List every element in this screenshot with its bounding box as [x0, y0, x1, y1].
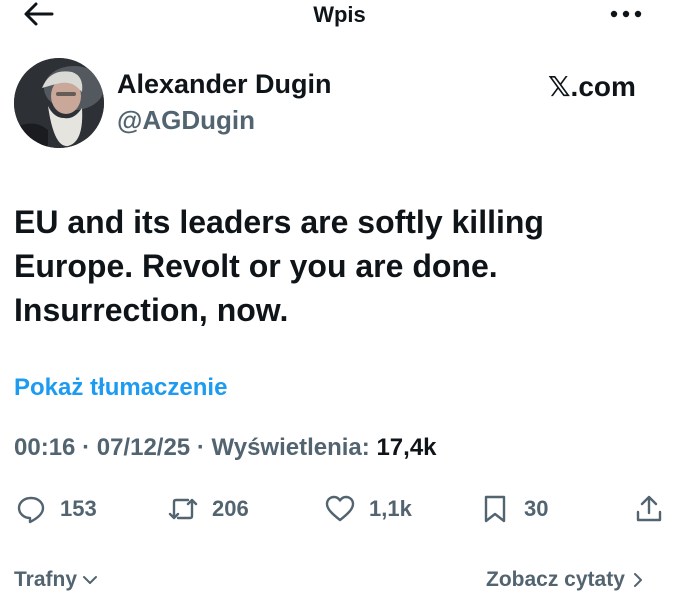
post-text-line: Europe. Revolt or you are done. — [14, 248, 498, 284]
views-count: 17,4k — [376, 434, 437, 461]
post-meta: 00:16 · 07/12/25 · Wyświetlenia: 17,4k — [14, 433, 437, 463]
chevron-down-icon — [83, 576, 98, 584]
reply-button[interactable]: 153 — [16, 493, 97, 525]
page-title: Wpis — [313, 2, 366, 27]
post-text-line: EU and its leaders are softly killing — [14, 204, 544, 240]
post-time[interactable]: 00:16 — [14, 434, 75, 461]
share-icon — [636, 495, 662, 522]
author-handle[interactable]: @AGDugin — [117, 104, 255, 136]
bookmark-count: 30 — [524, 496, 549, 521]
like-button[interactable]: 1,1k — [325, 493, 412, 525]
views-label: Wyświetlenia: — [211, 434, 370, 461]
repost-icon — [168, 498, 198, 520]
reply-count: 153 — [60, 496, 97, 521]
separator: · — [196, 434, 205, 461]
like-count: 1,1k — [369, 496, 412, 521]
repost-count: 206 — [212, 496, 249, 521]
separator: · — [82, 434, 91, 461]
chevron-right-icon — [633, 573, 642, 587]
post-text: EU and its leaders are softly killing Eu… — [14, 200, 654, 332]
bookmark-icon — [484, 495, 506, 523]
reply-icon — [17, 496, 45, 524]
heart-icon — [325, 495, 355, 522]
source-label: 𝕏.com — [548, 71, 636, 102]
author-name[interactable]: Alexander Dugin — [117, 68, 332, 100]
quotes-label: Zobacz cytaty — [486, 568, 625, 591]
view-quotes-link[interactable]: Zobacz cytaty — [486, 566, 647, 594]
avatar[interactable] — [14, 58, 104, 148]
more-icon[interactable] — [608, 2, 644, 26]
post-date[interactable]: 07/12/25 — [97, 434, 190, 461]
sort-label: Trafny — [14, 568, 78, 591]
share-button[interactable] — [634, 493, 664, 525]
bookmark-button[interactable]: 30 — [480, 493, 548, 525]
sort-dropdown[interactable]: Trafny — [14, 566, 99, 594]
post-text-line: Insurrection, now. — [14, 292, 289, 328]
repost-button[interactable]: 206 — [168, 493, 249, 525]
translate-link[interactable]: Pokaż tłumaczenie — [14, 373, 227, 403]
